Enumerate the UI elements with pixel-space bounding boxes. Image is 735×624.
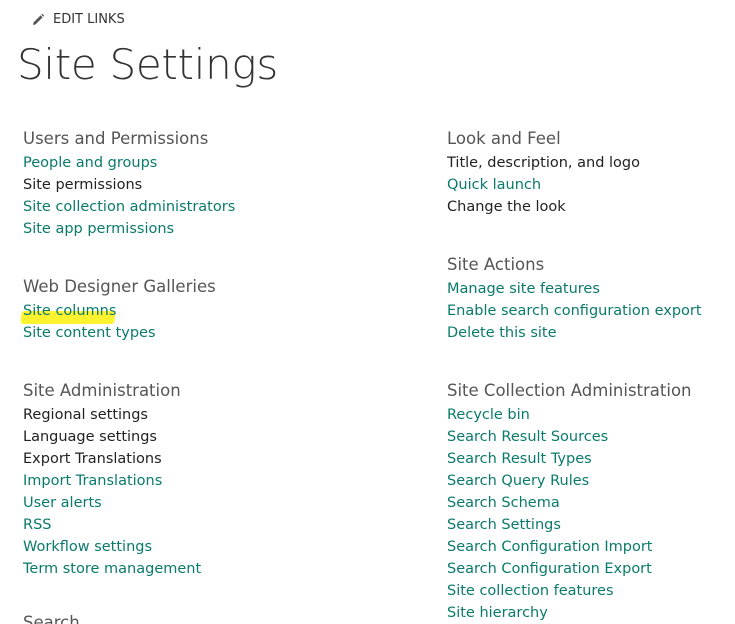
link-site-hierarchy[interactable]: Site hierarchy [447, 605, 548, 621]
pencil-icon [31, 13, 45, 27]
link-manage-site-features[interactable]: Manage site features [447, 281, 600, 297]
section-heading: Site Collection Administration [447, 381, 692, 400]
section-web-designer-galleries: Web Designer Galleries Site columns Site… [20, 276, 323, 344]
link-delete-this-site[interactable]: Delete this site [447, 325, 557, 341]
site-settings-page: EDIT LINKS Site Settings Users and Permi… [0, 0, 735, 624]
link-site-collection-features[interactable]: Site collection features [447, 583, 614, 599]
link-import-translations[interactable]: Import Translations [23, 473, 162, 489]
section-heading: Web Designer Galleries [23, 277, 216, 296]
link-search-settings[interactable]: Search Settings [447, 517, 561, 533]
link-search-configuration-export[interactable]: Search Configuration Export [447, 561, 652, 577]
link-site-columns[interactable]: Site columns [23, 303, 116, 319]
section-heading: Site Actions [447, 255, 545, 274]
link-term-store-management[interactable]: Term store management [23, 561, 201, 577]
section-site-actions: Site Actions Manage site features Enable… [447, 254, 735, 344]
section-heading: Users and Permissions [23, 129, 209, 148]
link-search-schema[interactable]: Search Schema [447, 495, 560, 511]
link-site-permissions[interactable]: Site permissions [23, 177, 142, 193]
edit-links-button[interactable]: EDIT LINKS [31, 12, 125, 27]
page-title: Site Settings [17, 40, 278, 89]
section-heading: Site Administration [23, 381, 181, 400]
section-look-and-feel: Look and Feel Title, description, and lo… [447, 128, 735, 218]
link-quick-launch[interactable]: Quick launch [447, 177, 541, 193]
link-search-query-rules[interactable]: Search Query Rules [447, 473, 589, 489]
link-user-alerts[interactable]: User alerts [23, 495, 102, 511]
section-heading-search: Search [23, 613, 80, 624]
link-search-configuration-import[interactable]: Search Configuration Import [447, 539, 653, 555]
link-site-app-permissions[interactable]: Site app permissions [23, 221, 174, 237]
section-site-administration: Site Administration Regional settings La… [23, 380, 323, 580]
link-recycle-bin[interactable]: Recycle bin [447, 407, 530, 423]
link-enable-search-configuration-export[interactable]: Enable search configuration export [447, 303, 702, 319]
link-export-translations[interactable]: Export Translations [23, 451, 162, 467]
link-search-result-sources[interactable]: Search Result Sources [447, 429, 608, 445]
section-heading: Look and Feel [447, 129, 561, 148]
link-workflow-settings[interactable]: Workflow settings [23, 539, 152, 555]
link-site-collection-administrators[interactable]: Site collection administrators [23, 199, 235, 215]
section-site-collection-administration: Site Collection Administration Recycle b… [447, 380, 735, 624]
link-rss[interactable]: RSS [23, 517, 51, 533]
link-search-result-types[interactable]: Search Result Types [447, 451, 592, 467]
link-regional-settings[interactable]: Regional settings [23, 407, 148, 423]
link-change-the-look[interactable]: Change the look [447, 199, 566, 215]
link-site-content-types[interactable]: Site content types [23, 325, 156, 341]
link-people-and-groups[interactable]: People and groups [23, 155, 157, 171]
link-title-description-logo[interactable]: Title, description, and logo [447, 155, 640, 171]
edit-links-label: EDIT LINKS [53, 12, 125, 27]
link-language-settings[interactable]: Language settings [23, 429, 157, 445]
section-users-and-permissions: Users and Permissions People and groups … [23, 128, 323, 240]
